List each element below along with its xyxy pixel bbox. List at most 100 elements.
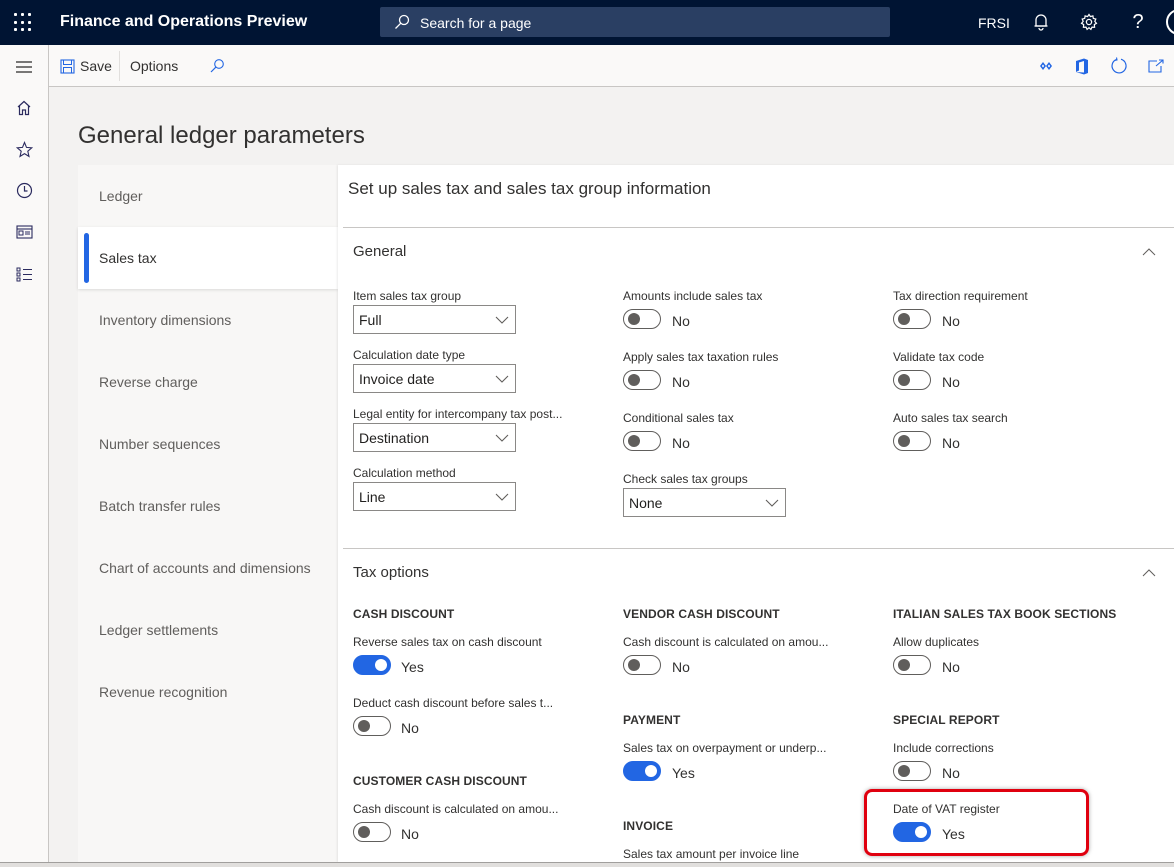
toggle-state: No (942, 374, 960, 390)
chevron-down-icon (495, 493, 509, 501)
date-of-vat-register-toggle[interactable] (893, 822, 931, 842)
waffle-icon[interactable] (14, 13, 34, 33)
vendor-cash-discount-calculated-label: Cash discount is calculated on amou... (623, 635, 829, 649)
allow-duplicates-label: Allow duplicates (893, 635, 980, 649)
deduct-cash-discount-toggle[interactable] (353, 716, 391, 736)
active-tab-indicator (84, 233, 89, 283)
tab-ledger[interactable]: Ledger (78, 165, 338, 227)
dropdown-value: Invoice date (359, 371, 435, 387)
chevron-up-icon[interactable] (1142, 247, 1156, 257)
office-icon[interactable] (1072, 56, 1092, 76)
auto-sales-tax-search-toggle[interactable] (893, 431, 931, 451)
dropdown-value: Destination (359, 430, 430, 446)
page-title: General ledger parameters (78, 122, 365, 149)
favorites-star-icon[interactable] (12, 137, 36, 161)
workspaces-icon[interactable] (12, 220, 36, 244)
calculation-method-dropdown[interactable]: Line (353, 482, 516, 511)
bell-icon[interactable] (1030, 11, 1052, 33)
save-button[interactable]: Save (60, 45, 112, 87)
fasttab-divider (343, 548, 1174, 549)
include-corrections-label: Include corrections (893, 741, 994, 755)
tax-direction-toggle[interactable] (893, 309, 931, 329)
legal-entity-dropdown[interactable]: Destination (353, 423, 516, 452)
tab-number-sequences[interactable]: Number sequences (78, 413, 338, 475)
vendor-cash-discount-calculated-toggle[interactable] (623, 655, 661, 675)
conditional-sales-tax-toggle[interactable] (623, 431, 661, 451)
search-placeholder: Search for a page (420, 15, 532, 31)
chevron-up-icon[interactable] (1142, 568, 1156, 578)
search-input[interactable]: Search for a page (380, 7, 890, 37)
chevron-down-icon (495, 434, 509, 442)
company-picker[interactable]: FRSI (978, 15, 1010, 31)
item-sales-tax-group-dropdown[interactable]: Full (353, 305, 516, 334)
tab-ledger-settlements[interactable]: Ledger settlements (78, 599, 338, 661)
modules-list-icon[interactable] (12, 262, 36, 286)
include-corrections-toggle[interactable] (893, 761, 931, 781)
power-apps-icon[interactable] (1036, 56, 1056, 76)
tax-direction-label: Tax direction requirement (893, 289, 1028, 303)
overpayment-toggle[interactable] (623, 761, 661, 781)
fasttab-general-header[interactable]: General (353, 243, 406, 260)
toggle-state: No (672, 374, 690, 390)
check-sales-tax-groups-dropdown[interactable]: None (623, 488, 786, 517)
tab-reverse-charge[interactable]: Reverse charge (78, 351, 338, 413)
hamburger-menu-icon[interactable] (12, 55, 36, 79)
gear-icon[interactable] (1078, 11, 1100, 33)
validate-tax-code-toggle[interactable] (893, 370, 931, 390)
fasttab-divider (343, 227, 1174, 228)
toggle-state: No (942, 435, 960, 451)
toggle-state: Yes (942, 826, 965, 842)
allow-duplicates-toggle[interactable] (893, 655, 931, 675)
date-of-vat-register-label: Date of VAT register (893, 802, 1000, 816)
tab-chart-of-accounts[interactable]: Chart of accounts and dimensions (78, 537, 338, 599)
apply-taxation-rules-label: Apply sales tax taxation rules (623, 350, 779, 364)
fasttab-tax-options-header[interactable]: Tax options (353, 564, 429, 581)
vertical-tab-list: Ledger Sales tax Inventory dimensions Re… (78, 165, 338, 867)
tab-sales-tax[interactable]: Sales tax (78, 227, 338, 289)
avatar-icon[interactable] (1166, 9, 1174, 35)
toggle-state: Yes (401, 659, 424, 675)
action-search-button[interactable] (209, 45, 225, 87)
apply-taxation-rules-toggle[interactable] (623, 370, 661, 390)
customer-cash-discount-calculated-toggle[interactable] (353, 822, 391, 842)
tab-batch-transfer-rules[interactable]: Batch transfer rules (78, 475, 338, 537)
search-icon (210, 59, 224, 73)
content-title: Set up sales tax and sales tax group inf… (348, 179, 711, 198)
open-new-window-icon[interactable] (1146, 56, 1166, 76)
amounts-include-label: Amounts include sales tax (623, 289, 763, 303)
refresh-icon[interactable] (1109, 56, 1129, 76)
tab-label: Batch transfer rules (99, 498, 221, 514)
customer-cash-discount-group-label: CUSTOMER CASH DISCOUNT (353, 774, 527, 788)
validate-tax-code-label: Validate tax code (893, 350, 985, 364)
help-icon[interactable]: ? (1127, 11, 1149, 33)
dropdown-value: Line (359, 489, 386, 505)
dropdown-value: Full (359, 312, 382, 328)
chevron-down-icon (495, 375, 509, 383)
tab-label: Ledger settlements (99, 622, 219, 638)
home-icon[interactable] (12, 96, 36, 120)
customer-cash-discount-calculated-label: Cash discount is calculated on amou... (353, 802, 559, 816)
vendor-cash-discount-group-label: VENDOR CASH DISCOUNT (623, 607, 780, 621)
tab-label: Reverse charge (99, 374, 198, 390)
dropdown-value: None (629, 495, 663, 511)
auto-sales-tax-search-label: Auto sales tax search (893, 411, 1008, 425)
toggle-state: No (672, 659, 690, 675)
payment-group-label: PAYMENT (623, 713, 681, 727)
options-button[interactable]: Options (130, 45, 178, 87)
special-report-group-label: SPECIAL REPORT (893, 713, 1000, 727)
tab-label: Chart of accounts and dimensions (99, 560, 311, 576)
calculation-date-type-dropdown[interactable]: Invoice date (353, 364, 516, 393)
toggle-state: No (672, 435, 690, 451)
toggle-state: No (942, 765, 960, 781)
recent-clock-icon[interactable] (12, 178, 36, 202)
search-icon (395, 14, 410, 29)
deduct-cash-discount-label: Deduct cash discount before sales t... (353, 696, 554, 710)
amounts-include-toggle[interactable] (623, 309, 661, 329)
horizontal-scrollbar[interactable] (0, 862, 1174, 867)
navigation-rail (0, 45, 49, 867)
reverse-sales-tax-toggle[interactable] (353, 655, 391, 675)
app-title: Finance and Operations Preview (60, 13, 308, 30)
overpayment-label: Sales tax on overpayment or underp... (623, 741, 827, 755)
tab-revenue-recognition[interactable]: Revenue recognition (78, 661, 338, 723)
tab-inventory-dimensions[interactable]: Inventory dimensions (78, 289, 338, 351)
